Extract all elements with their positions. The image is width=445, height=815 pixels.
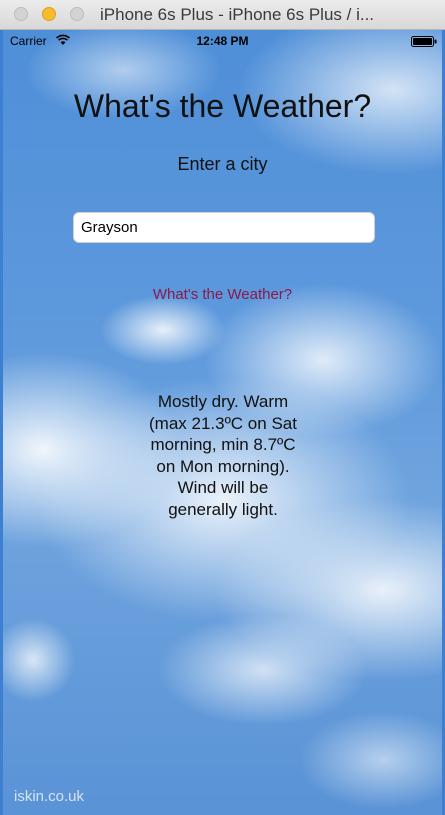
page-title: What's the Weather? xyxy=(73,88,372,124)
forecast-text: Mostly dry. Warm (max 21.3ºC on Sat morn… xyxy=(149,392,297,519)
status-time: 12:48 PM xyxy=(196,34,249,48)
get-weather-button[interactable]: What's the Weather? xyxy=(3,286,442,303)
city-prompt-label: Enter a city xyxy=(177,154,268,174)
simulator-window: iPhone 6s Plus - iPhone 6s Plus / i... C… xyxy=(0,0,445,815)
status-bar: Carrier 12:48 PM xyxy=(3,30,442,52)
window-title: iPhone 6s Plus - iPhone 6s Plus / i... xyxy=(100,5,375,24)
phone-screen: Carrier 12:48 PM What's the Weather? Ent… xyxy=(3,30,442,815)
watermark: iskin.co.uk xyxy=(14,788,85,805)
zoom-window-button[interactable] xyxy=(70,7,84,21)
window-titlebar: iPhone 6s Plus - iPhone 6s Plus / i... xyxy=(0,0,445,30)
close-window-button[interactable] xyxy=(14,7,28,21)
minimize-window-button[interactable] xyxy=(42,7,56,21)
battery-icon xyxy=(411,36,437,47)
city-input[interactable] xyxy=(73,212,375,243)
